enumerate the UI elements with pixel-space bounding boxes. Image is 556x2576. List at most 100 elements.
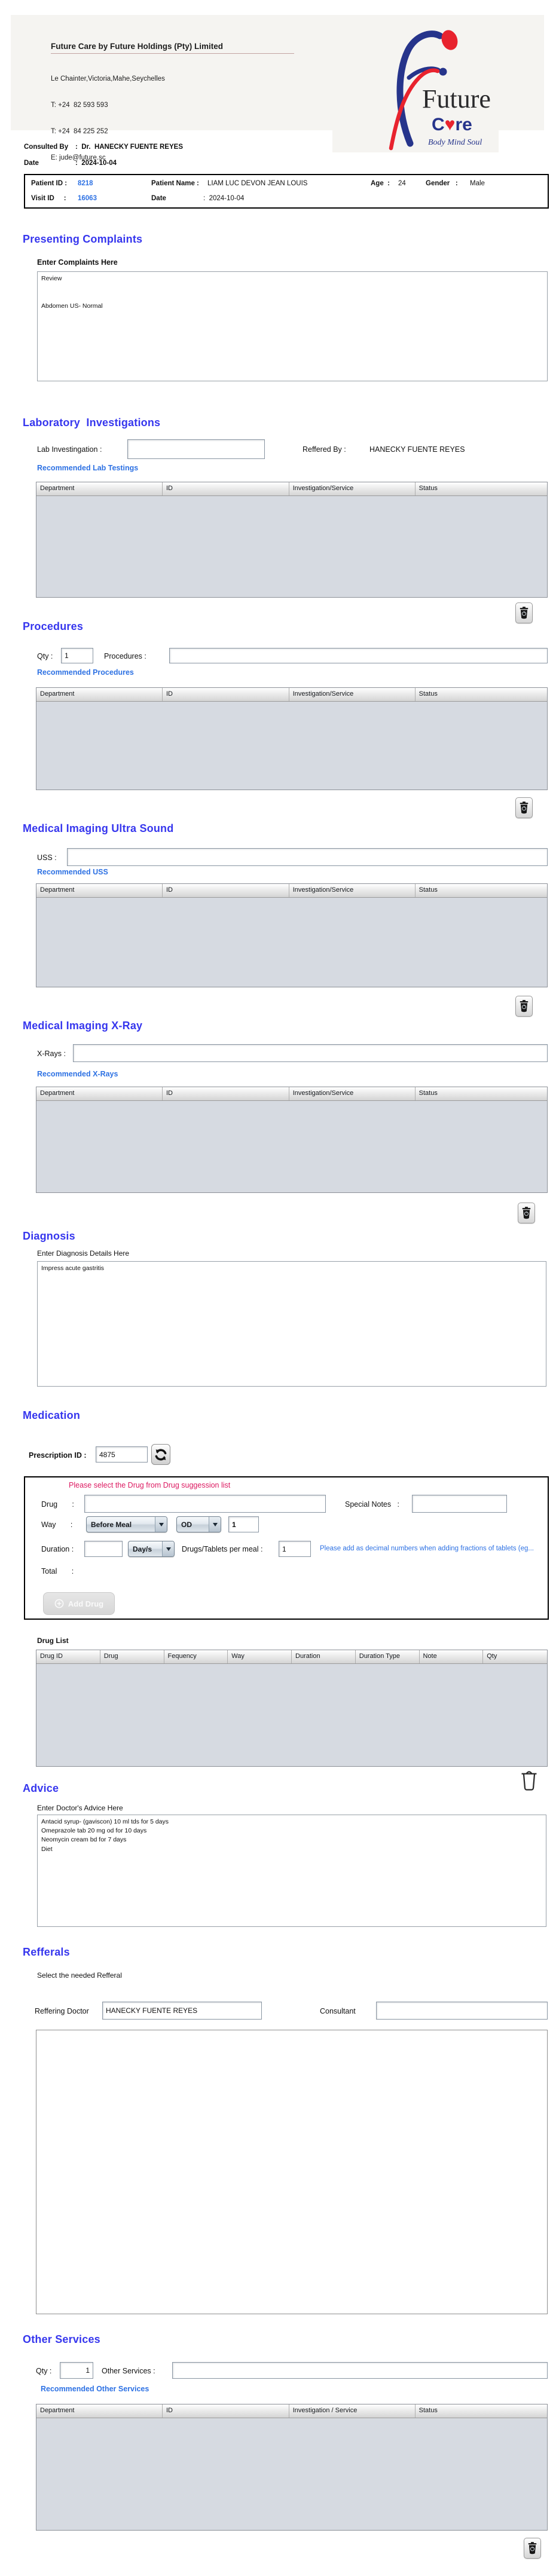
advice-delete-button[interactable]	[519, 1768, 539, 1792]
column-header[interactable]: Department	[36, 884, 163, 897]
section-other-services: Other Services	[23, 2333, 100, 2345]
section-medication: Medication	[23, 1409, 81, 1421]
way-select[interactable]: Before Meal	[86, 1516, 167, 1532]
duration-input[interactable]	[84, 1541, 123, 1557]
recommended-lab-testings-link[interactable]: Recommended Lab Testings	[37, 464, 138, 472]
procedures-delete-button[interactable]	[515, 797, 533, 818]
recommended-other-services-link[interactable]: Recommended Other Services	[41, 2385, 149, 2393]
column-header[interactable]: Investigation/Service	[289, 482, 416, 495]
column-header[interactable]: Status	[416, 884, 547, 897]
address-line: Le Chainter,Victoria,Mahe,Seychelles	[51, 75, 165, 83]
drug-input[interactable]	[84, 1495, 326, 1513]
referring-doctor-label: Reffering Doctor	[35, 2007, 89, 2015]
other-services-input[interactable]	[172, 2362, 548, 2379]
diagnosis-textarea[interactable]: Impress acute gastritis	[37, 1261, 546, 1387]
column-header[interactable]: Drug ID	[36, 1650, 100, 1663]
lab-table-body[interactable]	[36, 495, 547, 597]
trash-icon	[520, 1000, 528, 1012]
column-header[interactable]: Department	[36, 1087, 163, 1100]
referrals-label: Select the needed Refferal	[37, 1971, 122, 1980]
column-header[interactable]: ID	[163, 884, 289, 897]
xray-table-body[interactable]	[36, 1100, 547, 1192]
column-header[interactable]: Status	[416, 688, 547, 701]
procedures-table-body[interactable]	[36, 701, 547, 790]
column-header[interactable]: Qty	[483, 1650, 547, 1663]
referral-listbox[interactable]	[36, 2030, 548, 2314]
consult-date-label: Date	[24, 160, 39, 167]
advice-label: Enter Doctor's Advice Here	[37, 1804, 123, 1812]
lab-investigation-label: Lab Investingation :	[37, 445, 102, 454]
frequency-qty-input[interactable]	[228, 1516, 259, 1532]
consultant-input[interactable]	[376, 2002, 548, 2020]
way-selected-value: Before Meal	[91, 1520, 132, 1529]
lab-investigation-input[interactable]	[127, 439, 265, 459]
patient-id-label: Patient ID :	[31, 180, 68, 187]
complaints-textarea[interactable]: Review Abdomen US- Normal	[37, 271, 548, 381]
lab-delete-button[interactable]	[515, 602, 533, 623]
uss-input[interactable]	[67, 848, 548, 866]
xray-input[interactable]	[73, 1044, 548, 1062]
column-header[interactable]: Investigation/Service	[289, 688, 416, 701]
other-services-table-body[interactable]	[36, 2418, 547, 2530]
section-procedures: Procedures	[23, 620, 84, 632]
column-header[interactable]: Status	[416, 1087, 547, 1100]
frequency-select[interactable]: OD	[176, 1516, 221, 1532]
address-line: T: +24 82 593 593	[51, 101, 108, 109]
column-header[interactable]: Drug	[100, 1650, 164, 1663]
patient-name-value: LIAM LUC DEVON JEAN LOUIS	[207, 180, 308, 187]
xray-delete-button[interactable]	[518, 1203, 535, 1223]
patient-info-box	[24, 174, 549, 209]
column-header[interactable]: Investigation/Service	[289, 884, 416, 897]
logo-word-care: C♥re	[432, 115, 472, 134]
other-services-qty-input[interactable]	[60, 2362, 93, 2379]
uss-delete-button[interactable]	[515, 996, 533, 1017]
chevron-down-icon	[162, 1541, 174, 1556]
trash-icon	[522, 1207, 531, 1219]
other-services-delete-button[interactable]	[524, 2538, 541, 2559]
column-header[interactable]: Duration Type	[356, 1650, 420, 1663]
column-header[interactable]: Status	[416, 2404, 547, 2418]
per-meal-input[interactable]	[279, 1541, 311, 1557]
recommended-xrays-link[interactable]: Recommended X-Rays	[37, 1070, 118, 1078]
column-header[interactable]: Department	[36, 482, 163, 495]
column-header[interactable]: Investigation / Service	[289, 2404, 416, 2418]
section-laboratory-investigations: Laboratory Investigations	[23, 417, 161, 429]
trash-icon	[528, 2542, 537, 2554]
refresh-prescription-button[interactable]	[151, 1444, 170, 1465]
procedures-table: Department ID Investigation/Service Stat…	[36, 687, 548, 790]
add-drug-button[interactable]: Add Drug	[43, 1592, 115, 1615]
column-header[interactable]: ID	[163, 2404, 289, 2418]
column-header[interactable]: Note	[420, 1650, 484, 1663]
procedures-qty-input[interactable]	[61, 648, 93, 663]
special-notes-label: Special Notes :	[345, 1500, 400, 1509]
duration-unit-select[interactable]: Day/s	[128, 1541, 175, 1557]
uss-table-body[interactable]	[36, 897, 547, 987]
other-services-qty-label: Qty :	[36, 2367, 52, 2375]
column-header[interactable]: ID	[163, 482, 289, 495]
column-header[interactable]: Fequency	[164, 1650, 228, 1663]
column-header[interactable]: Investigation/Service	[289, 1087, 416, 1100]
drug-table-body[interactable]	[36, 1663, 547, 1766]
age-value: 24	[398, 180, 406, 187]
prescription-id-label: Prescription ID :	[29, 1451, 87, 1460]
column-header[interactable]: Status	[416, 482, 547, 495]
gender-label: Gender :	[426, 180, 458, 187]
prescription-id-input[interactable]	[96, 1446, 148, 1463]
procedures-input[interactable]	[169, 648, 548, 663]
column-header[interactable]: ID	[163, 1087, 289, 1100]
procedures-label: Procedures :	[104, 652, 146, 660]
column-header[interactable]: Way	[228, 1650, 292, 1663]
column-header[interactable]: Department	[36, 2404, 163, 2418]
column-header[interactable]: Duration	[292, 1650, 356, 1663]
complaints-label: Enter Complaints Here	[37, 258, 118, 267]
xray-label: X-Rays :	[37, 1050, 66, 1058]
recommended-uss-link[interactable]: Recommended USS	[37, 868, 108, 876]
advice-textarea[interactable]: Antacid syrup- (gaviscon) 10 ml tds for …	[37, 1815, 546, 1927]
special-notes-input[interactable]	[412, 1495, 507, 1513]
consultant-label: Consultant	[320, 2007, 356, 2015]
lab-table-header: Department ID Investigation/Service Stat…	[36, 482, 547, 496]
column-header[interactable]: Department	[36, 688, 163, 701]
column-header[interactable]: ID	[163, 688, 289, 701]
referring-doctor-input[interactable]	[102, 2002, 262, 2020]
recommended-procedures-link[interactable]: Recommended Procedures	[37, 668, 134, 677]
